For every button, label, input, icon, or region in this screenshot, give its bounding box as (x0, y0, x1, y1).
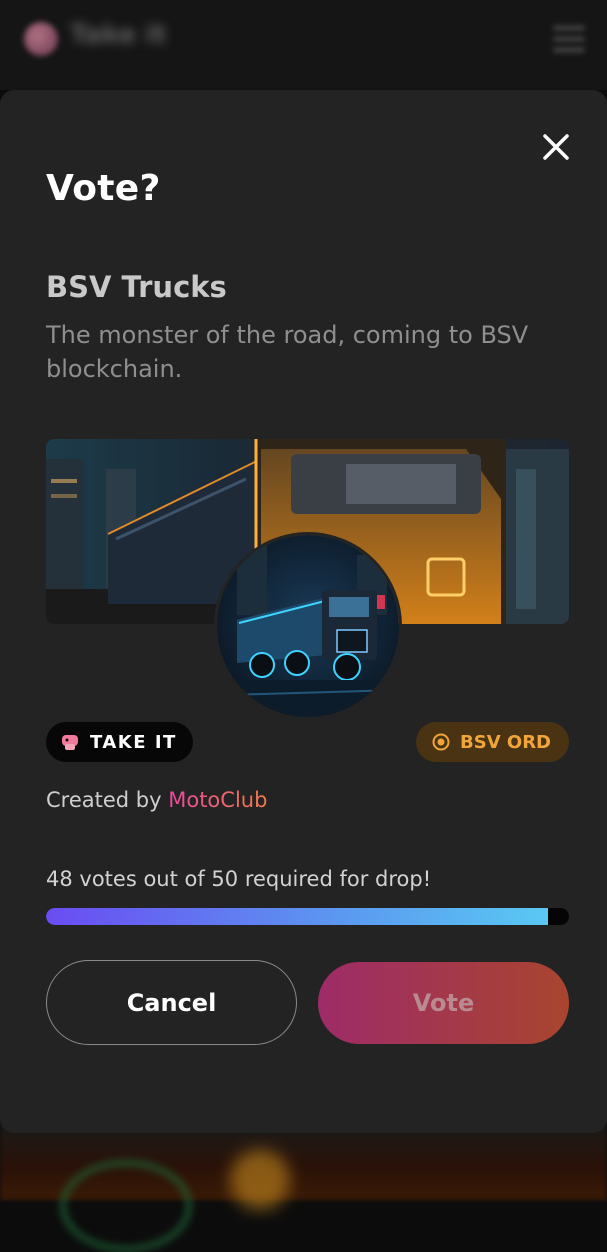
modal-title: Vote? (46, 168, 161, 209)
vote-modal: Vote? BSV Trucks The monster of the road… (0, 90, 607, 1133)
chain-badge: BSV ORD (416, 722, 569, 762)
votes-progress-fill (46, 908, 549, 925)
platform-badge-label: TAKE IT (90, 731, 177, 753)
app-name: Take it (70, 20, 167, 50)
chain-badge-label: BSV ORD (460, 731, 551, 753)
creator-prefix: Created by (46, 788, 162, 812)
project-name: BSV Trucks (46, 270, 227, 304)
project-description: The monster of the road, coming to BSV b… (46, 321, 529, 383)
bsv-ord-icon (432, 733, 450, 751)
votes-status: 48 votes out of 50 required for drop! (46, 867, 432, 891)
creator-link[interactable]: MotoClub (168, 788, 267, 812)
vote-button[interactable]: Vote (318, 962, 569, 1044)
take-it-logo-icon (62, 735, 78, 750)
app-logo-icon (24, 22, 58, 56)
background-header: Take it (0, 0, 607, 90)
platform-badge: TAKE IT (46, 722, 193, 762)
background-decoration (230, 1150, 290, 1210)
creator-line: Created by MotoClub (46, 788, 267, 812)
votes-progress-bar (46, 908, 569, 925)
cancel-button[interactable]: Cancel (46, 960, 297, 1045)
project-avatar (214, 532, 402, 720)
close-button[interactable] (541, 132, 571, 162)
background-decoration (60, 1160, 192, 1252)
menu-icon (553, 26, 585, 52)
close-icon (543, 134, 569, 160)
